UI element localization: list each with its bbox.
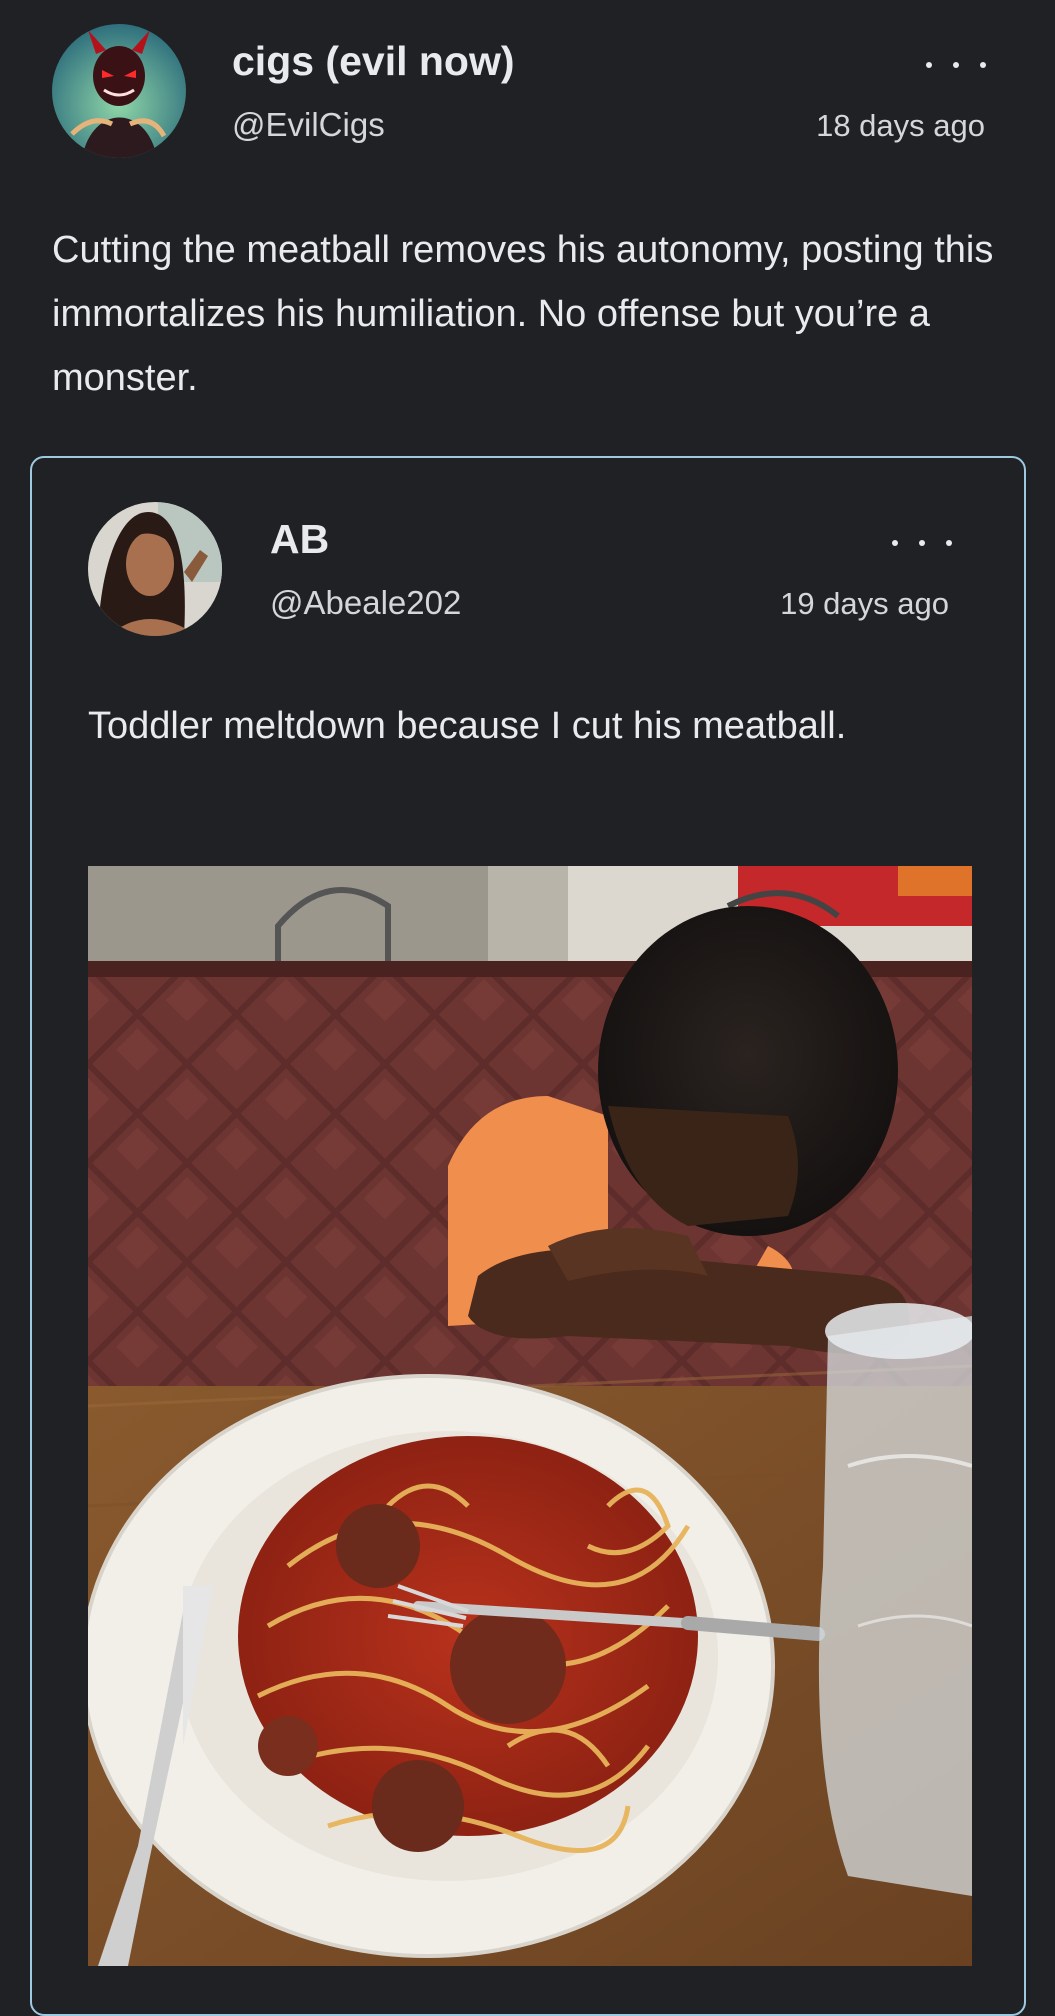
devil-avatar-icon	[52, 24, 186, 158]
quoted-author-handle[interactable]: @Abeale202	[270, 584, 461, 622]
dot-icon	[919, 540, 925, 546]
post-text: Cutting the meatball removes his autonom…	[52, 229, 994, 399]
author-avatar[interactable]	[52, 24, 186, 158]
dot-icon	[926, 62, 932, 68]
dot-icon	[980, 62, 986, 68]
dot-icon	[946, 540, 952, 546]
quoted-post-text: Toddler meltdown because I cut his meatb…	[88, 705, 847, 747]
toddler-with-spaghetti-photo	[88, 866, 972, 1966]
dot-icon	[892, 540, 898, 546]
quoted-author-name[interactable]: AB	[270, 516, 329, 563]
quoted-more-options-button[interactable]	[892, 528, 952, 558]
quoted-post-timestamp: 19 days ago	[780, 586, 949, 621]
quoted-author-avatar[interactable]	[88, 502, 222, 636]
post-timestamp: 18 days ago	[816, 108, 985, 143]
more-options-button[interactable]	[926, 50, 986, 80]
author-handle[interactable]: @EvilCigs	[232, 106, 385, 144]
quoted-post-image[interactable]	[88, 866, 972, 1966]
main-post: cigs (evil now) @EvilCigs 18 days ago Cu…	[0, 0, 1055, 2016]
author-name[interactable]: cigs (evil now)	[232, 38, 515, 85]
dot-icon	[953, 62, 959, 68]
profile-photo-avatar	[88, 502, 222, 636]
